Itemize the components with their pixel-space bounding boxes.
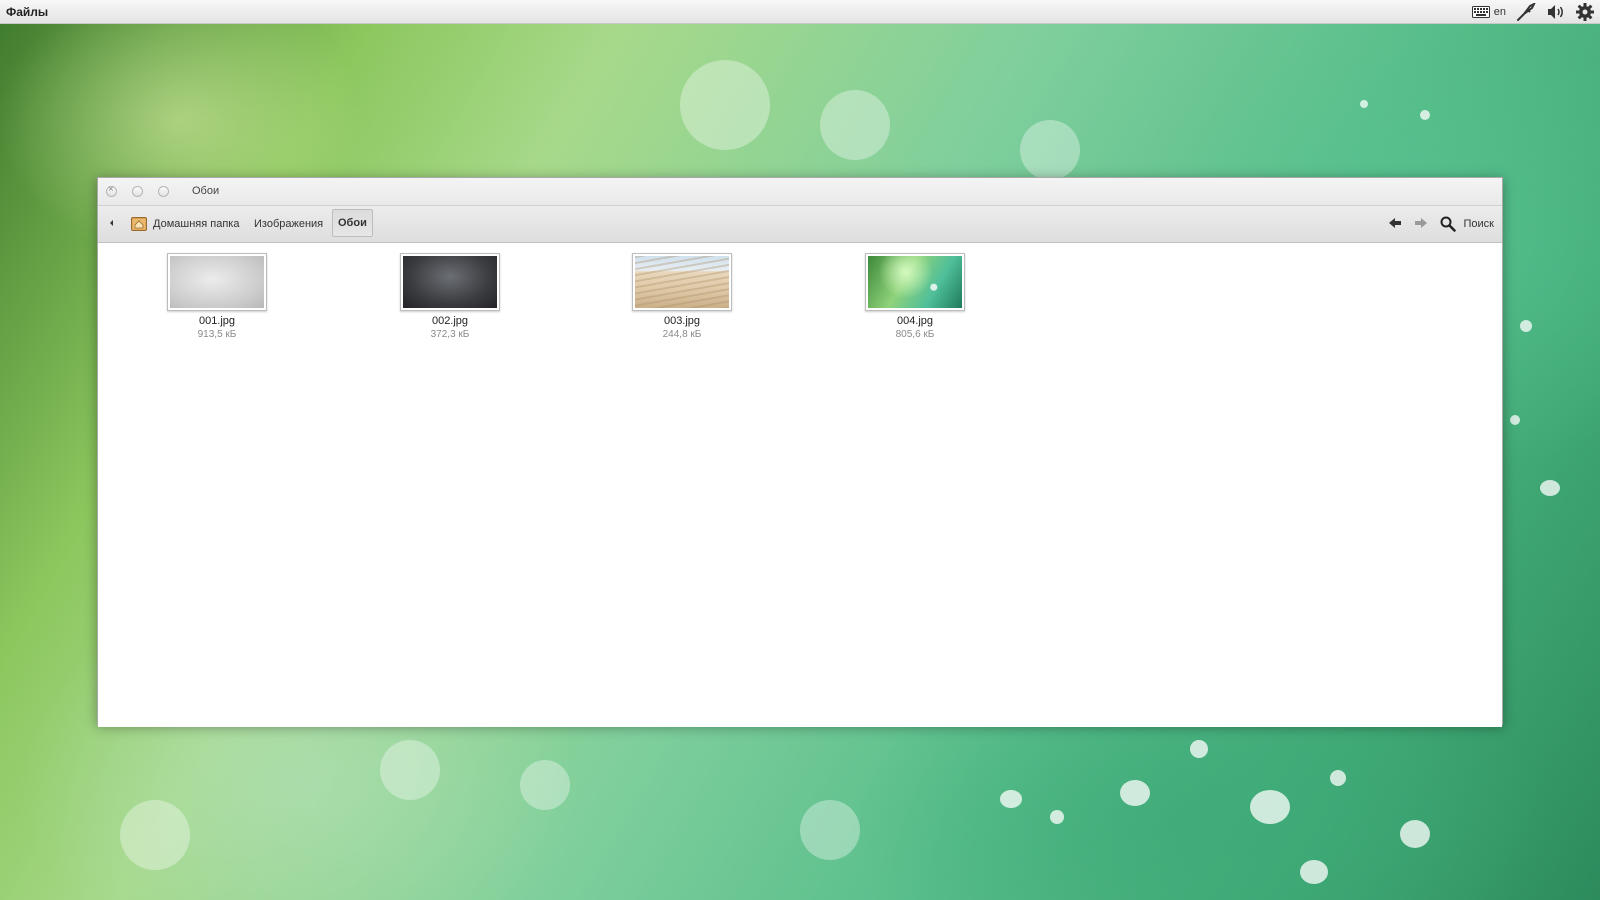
volume-indicator[interactable] bbox=[1546, 0, 1566, 24]
file-thumbnail bbox=[865, 253, 965, 311]
settings-indicator[interactable] bbox=[1576, 0, 1594, 24]
breadcrumb-images[interactable]: Изображения bbox=[254, 214, 323, 234]
volume-icon bbox=[1548, 4, 1563, 19]
file-thumbnail bbox=[632, 253, 732, 311]
toolbar-right: Поиск bbox=[1388, 206, 1494, 242]
breadcrumb-images-label: Изображения bbox=[254, 218, 324, 230]
window-maximize-button[interactable] bbox=[158, 186, 169, 197]
app-menu[interactable]: Файлы bbox=[0, 5, 48, 19]
breadcrumb-current-label: Обои bbox=[338, 217, 367, 229]
search-button[interactable]: Поиск bbox=[1440, 216, 1494, 232]
window-minimize-button[interactable] bbox=[132, 186, 143, 197]
breadcrumb-home[interactable]: Домашняя папка bbox=[131, 214, 239, 234]
breadcrumb-scroll-left-button[interactable] bbox=[107, 218, 117, 228]
breadcrumb-current[interactable]: Обои bbox=[332, 209, 373, 237]
window-titlebar[interactable]: Обои bbox=[98, 178, 1502, 205]
arrow-right-icon bbox=[1414, 217, 1427, 228]
window-close-button[interactable] bbox=[106, 184, 117, 197]
keyboard-layout-label: en bbox=[1493, 5, 1506, 18]
file-manager-window: Обои Домашняя папка Изображения Обои bbox=[97, 177, 1503, 727]
arrow-left-icon bbox=[1388, 217, 1401, 228]
file-name: 004.jpg bbox=[896, 315, 934, 327]
file-size: 913,5 кБ bbox=[197, 329, 237, 340]
file-size: 805,6 кБ bbox=[895, 329, 935, 340]
file-name: 003.jpg bbox=[663, 315, 701, 327]
file-item[interactable]: 003.jpg 244,8 кБ bbox=[607, 253, 757, 340]
file-item[interactable]: 002.jpg 372,3 кБ bbox=[375, 253, 525, 340]
file-grid: 001.jpg 913,5 кБ 002.jpg 372,3 кБ 003.jp… bbox=[98, 243, 1502, 727]
keyboard-indicator[interactable]: en bbox=[1471, 0, 1506, 24]
home-folder-icon bbox=[131, 217, 147, 231]
chevron-left-icon bbox=[110, 220, 113, 226]
file-size: 244,8 кБ bbox=[662, 329, 702, 340]
file-name: 001.jpg bbox=[198, 315, 236, 327]
network-icon bbox=[1517, 2, 1536, 21]
gear-icon bbox=[1576, 2, 1594, 21]
forward-button[interactable] bbox=[1414, 217, 1428, 232]
toolbar: Домашняя папка Изображения Обои Поиск bbox=[98, 205, 1502, 243]
back-button[interactable] bbox=[1388, 217, 1402, 232]
top-panel: Файлы en bbox=[0, 0, 1600, 24]
search-icon bbox=[1440, 216, 1456, 232]
system-tray: en bbox=[1462, 0, 1600, 24]
window-title: Обои bbox=[192, 185, 220, 197]
keyboard-icon bbox=[1471, 5, 1490, 18]
file-thumbnail bbox=[167, 253, 267, 311]
breadcrumb-home-label: Домашняя папка bbox=[153, 218, 240, 230]
search-label: Поиск bbox=[1463, 218, 1494, 230]
file-size: 372,3 кБ bbox=[430, 329, 470, 340]
file-item[interactable]: 001.jpg 913,5 кБ bbox=[142, 253, 292, 340]
file-thumbnail bbox=[400, 253, 500, 311]
file-name: 002.jpg bbox=[431, 315, 469, 327]
desktop: { "panel": { "app_menu": "Файлы", "keybo… bbox=[0, 0, 1600, 900]
file-item[interactable]: 004.jpg 805,6 кБ bbox=[840, 253, 990, 340]
network-indicator[interactable] bbox=[1516, 0, 1536, 24]
